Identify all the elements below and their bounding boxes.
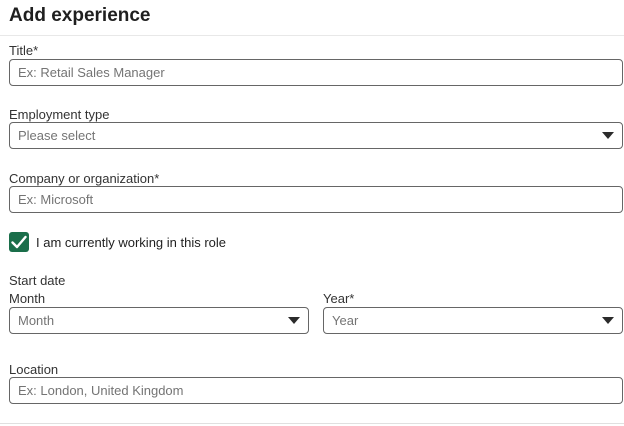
employment-type-select[interactable]: Please select: [9, 122, 623, 149]
start-date-label: Start date: [9, 273, 66, 288]
company-label: Company or organization*: [9, 171, 160, 186]
year-select[interactable]: Year: [323, 307, 623, 334]
month-label: Month: [9, 291, 46, 306]
page-title: Add experience: [9, 5, 151, 26]
month-value: Month: [18, 313, 55, 328]
footer-divider: [0, 423, 624, 424]
employment-type-label: Employment type: [9, 107, 110, 122]
caret-down-icon: [602, 317, 614, 324]
caret-down-icon: [288, 317, 300, 324]
location-input[interactable]: Ex: London, United Kingdom: [9, 377, 623, 404]
current-role-checkbox[interactable]: [9, 232, 29, 252]
year-value: Year: [332, 313, 359, 328]
location-placeholder: Ex: London, United Kingdom: [18, 383, 184, 398]
company-input[interactable]: Ex: Microsoft: [9, 186, 623, 213]
title-input[interactable]: Ex: Retail Sales Manager: [9, 59, 623, 86]
title-label: Title*: [9, 43, 39, 58]
caret-down-icon: [602, 132, 614, 139]
company-placeholder: Ex: Microsoft: [18, 192, 94, 207]
employment-type-value: Please select: [18, 128, 96, 143]
year-label: Year*: [323, 291, 355, 306]
location-label: Location: [9, 362, 59, 377]
header-divider: [0, 35, 624, 36]
checkmark-icon: [11, 235, 27, 249]
current-role-label[interactable]: I am currently working in this role: [36, 235, 226, 250]
title-placeholder: Ex: Retail Sales Manager: [18, 65, 165, 80]
month-select[interactable]: Month: [9, 307, 309, 334]
